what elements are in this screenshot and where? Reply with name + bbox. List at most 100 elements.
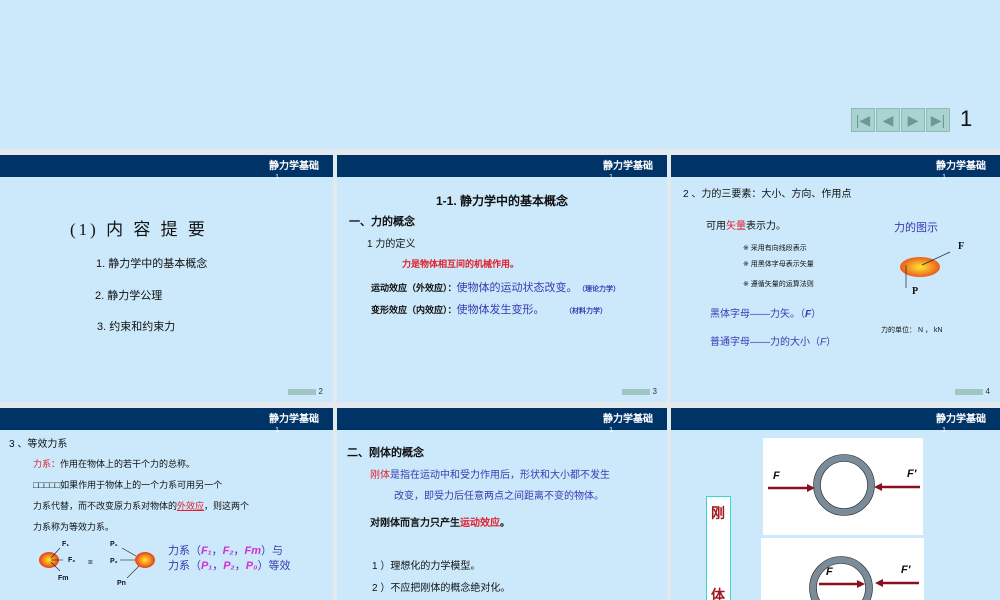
force-label: P₂ <box>110 558 118 565</box>
last-slide-button[interactable]: ▶| <box>926 108 950 132</box>
text: ） <box>811 309 822 320</box>
text: ，则这两个 <box>204 501 250 511</box>
list-item: 3. 约束和约束力 <box>97 321 176 333</box>
slide-thumbnail-5[interactable]: 静力学基础 1 3 、等效力系 力系：作用在物体上的若干个力的总称。 □□□□□如… <box>0 408 333 600</box>
header-title: 静力学基础 <box>603 161 653 172</box>
slide-heading: 3 、等效力系 <box>9 439 68 450</box>
symbol: Fm <box>244 545 262 557</box>
header-number: 1 <box>609 174 613 181</box>
slide-page-nav: 4 <box>954 387 990 396</box>
subheading: 1 力的定义 <box>367 239 416 250</box>
text: 力系（ <box>168 545 201 557</box>
highlight: 矢量 <box>726 221 746 232</box>
mini-nav-icon <box>954 388 983 395</box>
equals-sign: = <box>88 558 93 567</box>
section-heading: 一、力的概念 <box>349 216 415 228</box>
slide-page-nav: 3 <box>621 387 657 396</box>
text: 表示力。 <box>746 221 786 232</box>
highlight: 运动效应 <box>460 518 500 529</box>
current-page-number: 1 <box>960 106 973 131</box>
header-title: 静力学基础 <box>936 414 986 425</box>
first-icon: |◀ <box>855 111 871 128</box>
highlight: 外效应 <box>177 501 205 511</box>
symbol: P₂ <box>223 560 235 572</box>
force-label: P₁ <box>110 541 118 548</box>
diagram-title: 力的图示 <box>894 222 938 234</box>
header-number: 1 <box>275 427 279 434</box>
symbol: P₁ <box>201 560 213 572</box>
slide-title: 1-1. 静力学中的基本概念 <box>435 194 568 208</box>
header-title: 静力学基础 <box>936 161 986 172</box>
symbol: F₂ <box>222 545 234 557</box>
header-number: 1 <box>942 427 946 434</box>
header-number: 1 <box>942 174 946 181</box>
force-label: F′ <box>907 468 917 480</box>
slide-header: 静力学基础 1 <box>671 155 1000 181</box>
list-item: 2 ）不应把刚体的概念绝对化。 <box>372 583 511 594</box>
force-label: Pn <box>117 580 126 587</box>
vertical-char: 刚 <box>711 505 725 521</box>
force-label: F <box>773 470 780 482</box>
text: 黑体字母——力矢。（ <box>710 309 805 320</box>
term: 刚体 <box>370 470 390 481</box>
point-label: P <box>912 286 919 297</box>
slide-thumbnail-7[interactable]: 静力学基础 1 刚 体 F F′ F F′ <box>671 408 1000 600</box>
mini-nav-icon <box>287 388 316 395</box>
text: 可用 <box>706 221 726 232</box>
text: 改变，即受力后任意两点之间距离不变的物体。 <box>394 491 604 502</box>
next-icon: ▶ <box>907 111 919 128</box>
force-label: F <box>958 241 965 252</box>
slide-thumbnail-3[interactable]: 静力学基础 1 1-1. 静力学中的基本概念 一、力的概念 1 力的定义 力是物体… <box>337 155 667 402</box>
slide-thumbnail-4[interactable]: 静力学基础 1 2 、力的三要素：大小、方向、作用点 可用矢量表示力。 力的图示 … <box>671 155 1000 402</box>
slide-header: 静力学基础 1 <box>0 408 333 434</box>
text: 普通字母——力的大小（ <box>710 337 820 348</box>
text: ） <box>826 337 837 348</box>
slide-number: 2 <box>318 387 323 396</box>
force-label: Fm <box>58 575 69 582</box>
definition: 力是物体相互间的机械作用。 <box>402 259 520 269</box>
header-number: 1 <box>275 174 279 181</box>
next-slide-button[interactable]: ▶ <box>901 108 925 132</box>
symbol: F₁ <box>201 545 212 557</box>
last-icon: ▶| <box>930 111 946 128</box>
effect-note: （理论力学） <box>581 286 621 293</box>
ring-compression-image <box>768 454 920 516</box>
list-item: 1. 静力学中的基本概念 <box>96 258 208 270</box>
vertical-label-box: 刚 体 <box>706 496 731 600</box>
slide-title: (1) 内 容 提 要 <box>70 220 208 239</box>
first-slide-button[interactable]: |◀ <box>851 108 875 132</box>
text: ， <box>211 545 223 557</box>
header-title: 静力学基础 <box>603 414 653 425</box>
slide-page-nav: 2 <box>287 387 323 396</box>
slide-number: 4 <box>985 387 990 396</box>
slide-thumbnail-2[interactable]: 静力学基础 1 (1) 内 容 提 要 1. 静力学中的基本概念 2. 静力学公理… <box>0 155 333 402</box>
slide-thumbnail-6[interactable]: 静力学基础 1 二、刚体的概念 刚体是指在运动中和受力作用后，形状和大小都不发生 … <box>337 408 667 600</box>
effect-note: （材料力学） <box>568 308 608 315</box>
slide-header: 静力学基础 1 <box>0 155 333 181</box>
equivalence-line: 力系（F₁，F₂，Fm）与 <box>168 542 283 558</box>
text: 是指在运动中和受力作用后，形状和大小都不发生 <box>390 470 610 481</box>
symbol: P₀ <box>245 560 258 572</box>
force-label: F₁ <box>62 541 70 548</box>
text: 力系代替，而不改变原力系对物体的 <box>33 501 178 511</box>
prev-slide-button[interactable]: ◀ <box>876 108 900 132</box>
header-title: 静力学基础 <box>269 161 319 172</box>
effect-label: 运动效应（外效应）： <box>371 283 457 293</box>
header-title: 静力学基础 <box>269 414 319 425</box>
text: ， <box>233 545 245 557</box>
ring-figure-1: F F′ <box>763 438 923 535</box>
slide-header: 静力学基础 1 <box>337 155 667 181</box>
force-label: F₂ <box>68 557 76 564</box>
note: ※ 遵循矢量的运算法则 <box>743 281 814 288</box>
force-label: F′ <box>901 564 911 576</box>
slide-heading: 2 、力的三要素：大小、方向、作用点 <box>683 189 852 200</box>
effect-desc: 使物体发生变形。 <box>456 304 545 316</box>
viewer-toolbar-area: |◀ ◀ ▶ ▶| 1 <box>0 0 1000 149</box>
list-item: 2. 静力学公理 <box>95 290 163 302</box>
ring-internal-force-image <box>809 556 919 600</box>
equivalence-line: 力系（P₁，P₂，P₀）等效 <box>168 557 290 573</box>
text: 作用在物体上的若干个力的总称。 <box>60 459 196 469</box>
text: ）与 <box>261 545 284 557</box>
force-label: F <box>826 566 833 578</box>
slide-number: 3 <box>652 387 657 396</box>
